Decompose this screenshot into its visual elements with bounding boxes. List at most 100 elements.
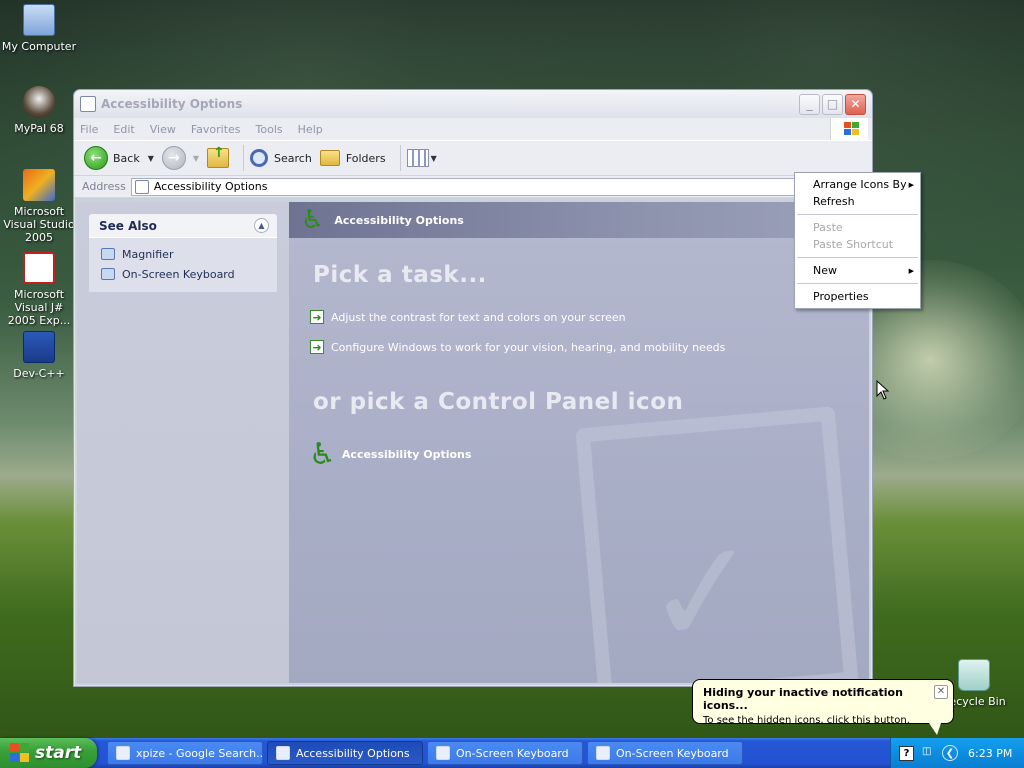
taskbar-button-on-screen-keyboard-1[interactable]: On-Screen Keyboard [427, 741, 583, 765]
menu-item-properties[interactable]: Properties [795, 288, 920, 305]
magnifier-icon [101, 248, 115, 260]
menu-view[interactable]: View [150, 123, 176, 136]
up-folder-icon: ↑ [207, 145, 230, 168]
notification-balloon[interactable]: Hiding your inactive notification icons.… [692, 679, 954, 735]
clock[interactable]: 6:23 PM [968, 747, 1012, 760]
address-value: Accessibility Options [153, 180, 268, 193]
category-banner: ♿ Accessibility Options [289, 202, 869, 238]
minimize-button[interactable]: _ [799, 93, 820, 115]
desktop-icon-visual-jsharp[interactable]: Microsoft Visual J# 2005 Exp... [0, 252, 78, 327]
menu-item-new[interactable]: New [795, 262, 920, 279]
toolbar-separator [399, 145, 401, 171]
desktop-icon-mypal[interactable]: MyPal 68 [0, 86, 78, 135]
taskbar-button-on-screen-keyboard-2[interactable]: On-Screen Keyboard [587, 741, 743, 765]
desktop-icon-label: MyPal 68 [14, 122, 64, 135]
balloon-body: To see the hidden icons, click this butt… [703, 715, 910, 726]
arrow-right-icon: ➜ [310, 310, 324, 324]
chevron-down-icon: ▼ [430, 153, 437, 163]
menu-divider [797, 283, 918, 284]
mouse-cursor-icon [876, 380, 890, 400]
keyboard-icon [436, 746, 450, 760]
minimize-icon: _ [806, 96, 813, 111]
window-content: See Also ▲ Magnifier On-Screen Keyboard … [77, 202, 869, 683]
see-also-link-on-screen-keyboard[interactable]: On-Screen Keyboard [101, 264, 265, 284]
maximize-icon: □ [826, 96, 839, 111]
see-also-header[interactable]: See Also ▲ [89, 214, 277, 238]
search-button[interactable]: Search [250, 149, 312, 167]
views-button[interactable]: ▼ [406, 149, 437, 167]
up-folder-button[interactable]: ↑ [207, 145, 230, 168]
start-label: start [35, 743, 82, 763]
toolbar: ← Back ▼ → ▼ ↑ Search Folders ▼ [74, 140, 872, 176]
window-titlebar[interactable]: Accessibility Options _ □ ✕ [74, 90, 872, 118]
task-link-configure[interactable]: ➜ Configure Windows to work for your vis… [310, 340, 725, 354]
balloon-title: Hiding your inactive notification icons.… [703, 686, 903, 712]
taskbar-button-label: On-Screen Keyboard [616, 746, 729, 760]
jsharp-icon [23, 252, 55, 284]
link-label: On-Screen Keyboard [122, 267, 235, 281]
keyboard-icon [101, 268, 115, 280]
back-button[interactable]: ← Back ▼ [84, 146, 154, 170]
see-also-body: Magnifier On-Screen Keyboard [89, 238, 277, 292]
maximize-button[interactable]: □ [822, 93, 843, 115]
menu-tools[interactable]: Tools [256, 123, 283, 136]
taskbar-button-label: xpize - Google Search... [136, 746, 263, 760]
taskbar-button-label: Accessibility Options [296, 746, 410, 760]
checklist-watermark: ✓ [575, 406, 859, 683]
wheelchair-icon: ♿ [309, 437, 336, 472]
back-arrow-icon: ← [84, 146, 108, 170]
collapse-icon[interactable]: ▲ [254, 218, 269, 233]
forward-arrow-icon: → [161, 146, 186, 170]
start-button[interactable]: start [0, 738, 97, 768]
menu-bar: File Edit View Favorites Tools Help [74, 118, 872, 140]
taskbar-button-accessibility-options[interactable]: Accessibility Options [267, 741, 423, 765]
pick-task-heading: Pick a task... [313, 262, 487, 288]
category-banner-title: Accessibility Options [334, 213, 464, 227]
address-field[interactable]: Accessibility Options [130, 177, 866, 196]
windows-logo-icon [830, 118, 868, 140]
desktop-icon-label: Dev-C++ [13, 367, 65, 380]
menu-help[interactable]: Help [298, 123, 323, 136]
control-panel-icon [80, 96, 96, 112]
toolbar-separator [243, 145, 245, 171]
category-pane: ✓ ♿ Accessibility Options Pick a task...… [289, 202, 869, 683]
close-button[interactable]: ✕ [845, 93, 866, 115]
menu-file[interactable]: File [80, 123, 98, 136]
desktop-icon-my-computer[interactable]: My Computer [0, 4, 78, 53]
folders-button[interactable]: Folders [319, 150, 386, 166]
back-label: Back [113, 151, 140, 165]
pick-icon-heading: or pick a Control Panel icon [313, 389, 684, 415]
link-label: Magnifier [122, 247, 174, 261]
arrow-right-icon: ➜ [310, 340, 324, 354]
desktop-icon-dev-cpp[interactable]: Dev-C++ [0, 331, 78, 380]
taskbar: start xpize - Google Search... Accessibi… [0, 738, 1024, 768]
task-link-contrast[interactable]: ➜ Adjust the contrast for text and color… [310, 310, 626, 324]
menu-favorites[interactable]: Favorites [191, 123, 241, 136]
raccoon-icon [23, 86, 55, 118]
system-tray: ? ◫ ❮ 6:23 PM [890, 738, 1024, 768]
see-also-title: See Also [99, 218, 157, 233]
dev-cpp-icon [23, 331, 55, 363]
see-also-link-magnifier[interactable]: Magnifier [101, 244, 265, 264]
chevron-down-icon[interactable]: ▼ [148, 154, 154, 163]
task-label: Adjust the contrast for text and colors … [331, 310, 626, 324]
menu-item-refresh[interactable]: Refresh [795, 193, 920, 210]
desktop-icon-label: My Computer [1, 40, 77, 53]
windows-flag-icon [10, 743, 30, 763]
taskbar-button-xpize[interactable]: xpize - Google Search... [107, 741, 263, 765]
help-icon[interactable]: ? [899, 745, 914, 761]
explorer-window: Accessibility Options _ □ ✕ File Edit Vi… [73, 89, 873, 687]
forward-button[interactable]: → ▼ [161, 146, 199, 170]
see-also-panel: See Also ▲ Magnifier On-Screen Keyboard [89, 214, 277, 292]
address-label: Address [82, 180, 126, 193]
menu-item-arrange-icons[interactable]: Arrange Icons By [795, 176, 920, 193]
control-panel-icon-accessibility[interactable]: ♿ Accessibility Options [309, 437, 471, 472]
balloon-close-icon[interactable]: ✕ [934, 685, 948, 699]
network-icon[interactable]: ◫ [922, 746, 936, 760]
task-pane: See Also ▲ Magnifier On-Screen Keyboard [77, 202, 289, 683]
menu-edit[interactable]: Edit [113, 123, 134, 136]
control-panel-icon [276, 746, 290, 760]
desktop-icon-visual-studio[interactable]: Microsoft Visual Studio 2005 [0, 169, 78, 244]
show-hidden-icons-button[interactable]: ❮ [942, 745, 958, 761]
folders-label: Folders [345, 151, 386, 165]
